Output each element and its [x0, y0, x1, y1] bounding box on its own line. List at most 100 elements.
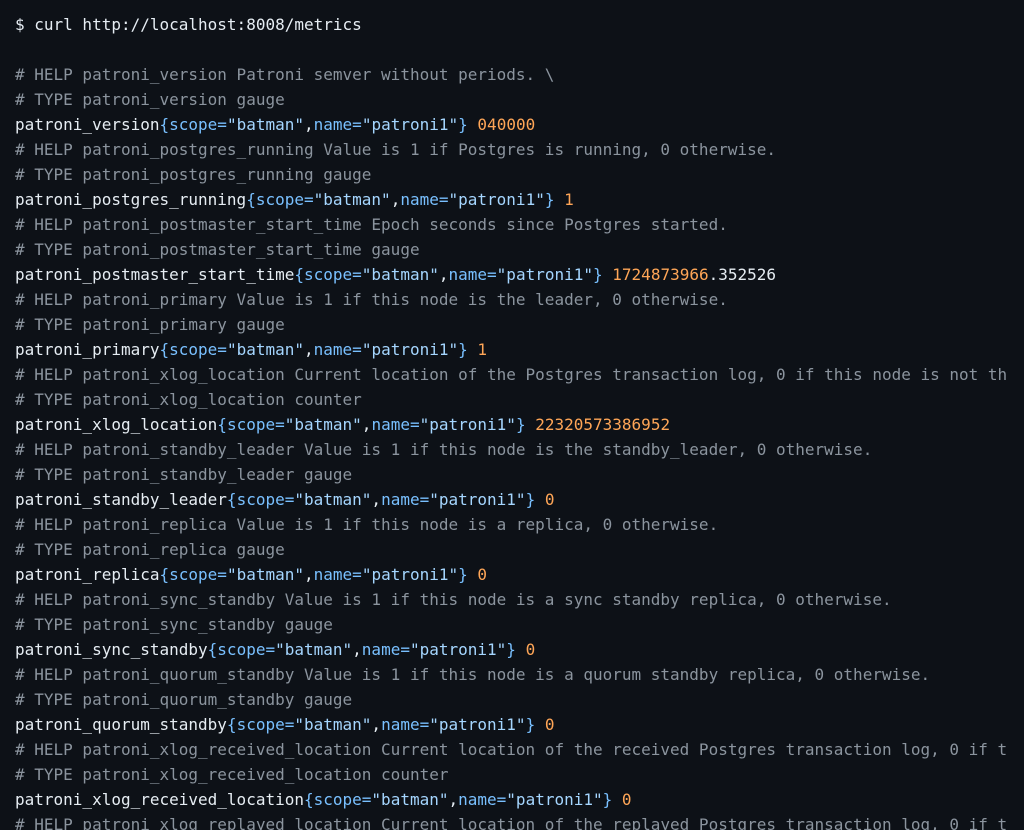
comment-line: # TYPE patroni_sync_standby gauge	[15, 615, 333, 634]
label-separator: ,	[390, 190, 401, 209]
close-brace: }	[458, 115, 468, 134]
close-brace: }	[515, 415, 526, 434]
label-key: name=	[313, 565, 362, 584]
comment-line: # HELP patroni_sync_standby Value is 1 i…	[15, 590, 892, 609]
metric-value: 0	[525, 640, 536, 659]
close-brace: }	[458, 340, 468, 359]
metric-name: patroni_xlog_received_location	[15, 790, 304, 809]
terminal-window[interactable]: $ curl http://localhost:8008/metrics # H…	[0, 0, 1024, 830]
label-key: scope=	[226, 415, 285, 434]
label-value: "batman"	[371, 790, 449, 809]
label-value: "patroni1"	[361, 340, 459, 359]
label-key: scope=	[304, 265, 362, 284]
metric-name: patroni_postmaster_start_time	[15, 265, 295, 284]
comment-line: # TYPE patroni_standby_leader gauge	[15, 465, 353, 484]
label-value: "batman"	[361, 265, 439, 284]
metric-line: patroni_quorum_standby{scope="batman",na…	[15, 712, 1024, 737]
label-key: scope=	[236, 715, 295, 734]
label-value: "batman"	[294, 715, 372, 734]
metric-line: patroni_primary{scope="batman",name="pat…	[15, 337, 1024, 362]
open-brace: {	[159, 565, 170, 584]
comment-line: # TYPE patroni_primary gauge	[15, 315, 285, 334]
label-value: "patroni1"	[429, 715, 526, 734]
label-separator: ,	[371, 490, 382, 509]
comment-line: # HELP patroni_postmaster_start_time Epo…	[15, 215, 728, 234]
comment-line: # HELP patroni_primary Value is 1 if thi…	[15, 290, 728, 309]
label-key: scope=	[169, 115, 227, 134]
label-key: scope=	[236, 490, 295, 509]
metrics-output: # HELP patroni_version Patroni semver wi…	[15, 62, 1024, 830]
label-value: "batman"	[294, 490, 372, 509]
label-separator: ,	[438, 265, 449, 284]
open-brace: {	[159, 340, 170, 359]
metric-value: 1724873966	[612, 265, 709, 284]
label-key: name=	[400, 190, 449, 209]
label-separator: ,	[361, 415, 372, 434]
metric-line: patroni_postgres_running{scope="batman",…	[15, 187, 1024, 212]
label-key: name=	[458, 790, 507, 809]
metric-line: patroni_standby_leader{scope="batman",na…	[15, 487, 1024, 512]
metric-value: 22320573386952	[535, 415, 671, 434]
metric-value: 1	[564, 190, 574, 209]
label-key: scope=	[313, 790, 372, 809]
open-brace: {	[226, 490, 237, 509]
metric-name: patroni_quorum_standby	[15, 715, 227, 734]
label-separator: ,	[448, 790, 459, 809]
comment-line: # TYPE patroni_xlog_received_location co…	[15, 765, 449, 784]
label-value: "batman"	[313, 190, 391, 209]
command-line: $ curl http://localhost:8008/metrics	[15, 15, 362, 34]
label-key: name=	[448, 265, 497, 284]
close-brace: }	[544, 190, 555, 209]
metric-line: patroni_replica{scope="batman",name="pat…	[15, 562, 1024, 587]
open-brace: {	[226, 715, 237, 734]
comment-line: # HELP patroni_postgres_running Value is…	[15, 140, 776, 159]
open-brace: {	[246, 190, 256, 209]
comment-line: # TYPE patroni_postgres_running gauge	[15, 165, 372, 184]
comment-line: # HELP patroni_standby_leader Value is 1…	[15, 440, 873, 459]
metric-name: patroni_primary	[15, 340, 160, 359]
label-key: name=	[313, 340, 362, 359]
label-value: "patroni1"	[361, 115, 459, 134]
label-key: name=	[361, 640, 410, 659]
label-value: "patroni1"	[409, 640, 507, 659]
label-separator: ,	[304, 340, 314, 359]
close-brace: }	[525, 715, 536, 734]
metric-value: 0	[477, 565, 488, 584]
label-value: "batman"	[226, 115, 304, 134]
close-brace: }	[525, 490, 536, 509]
metric-name: patroni_sync_standby	[15, 640, 208, 659]
comment-line: # TYPE patroni_postmaster_start_time gau…	[15, 240, 420, 259]
comment-line: # TYPE patroni_version gauge	[15, 90, 285, 109]
label-key: name=	[371, 415, 420, 434]
comment-line: # HELP patroni_xlog_received_location Cu…	[15, 740, 1008, 759]
metric-line: patroni_sync_standby{scope="batman",name…	[15, 637, 1024, 662]
comment-line: # TYPE patroni_replica gauge	[15, 540, 285, 559]
label-value: "batman"	[284, 415, 362, 434]
label-separator: ,	[371, 715, 382, 734]
close-brace: }	[593, 265, 603, 284]
label-key: name=	[381, 490, 430, 509]
metric-value: 0	[544, 490, 555, 509]
label-value: "patroni1"	[506, 790, 603, 809]
label-value: "patroni1"	[429, 490, 526, 509]
label-key: scope=	[255, 190, 314, 209]
label-value: "batman"	[275, 640, 353, 659]
label-separator: ,	[304, 115, 314, 134]
label-key: name=	[313, 115, 362, 134]
label-separator: ,	[352, 640, 362, 659]
comment-line: # HELP patroni_xlog_replayed_location Cu…	[15, 815, 1008, 830]
metric-value: 0	[621, 790, 632, 809]
metric-line: patroni_version{scope="batman",name="pat…	[15, 112, 1024, 137]
open-brace: {	[159, 115, 170, 134]
metric-name: patroni_standby_leader	[15, 490, 227, 509]
metric-line: patroni_postmaster_start_time{scope="bat…	[15, 262, 1024, 287]
comment-line: # TYPE patroni_xlog_location counter	[15, 390, 362, 409]
label-value: "patroni1"	[419, 415, 516, 434]
open-brace: {	[294, 265, 304, 284]
comment-line: # HELP patroni_version Patroni semver wi…	[15, 65, 555, 84]
metric-name: patroni_postgres_running	[15, 190, 247, 209]
close-brace: }	[602, 790, 613, 809]
metric-value: 1	[477, 340, 488, 359]
metric-value-fraction: .352526	[708, 265, 777, 284]
